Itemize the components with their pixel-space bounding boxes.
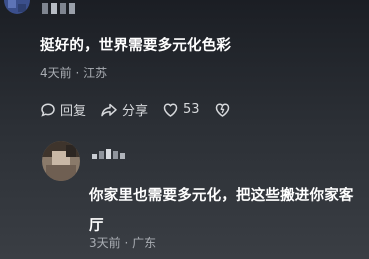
like-count: 53 (183, 102, 200, 117)
dislike-icon (215, 102, 229, 117)
comment-text: 挺好的，世界需要多元化色彩 (40, 38, 232, 54)
share-icon (101, 103, 117, 116)
like-icon (163, 102, 178, 117)
commenter-username-blurred[interactable] (42, 3, 75, 17)
commenter-avatar[interactable] (4, 0, 30, 14)
replier-username-blurred[interactable] (92, 149, 125, 159)
comment-meta: 4天前 · 江苏 (40, 66, 108, 80)
reply-meta: 3天前 · 广东 (89, 236, 157, 250)
replier-avatar[interactable] (42, 141, 80, 181)
reply-button[interactable]: 回复 (40, 100, 86, 119)
share-label: 分享 (122, 104, 149, 119)
dislike-button[interactable] (214, 102, 231, 118)
like-button[interactable]: 53 (162, 102, 200, 118)
reply-icon (41, 102, 55, 117)
reply-text: 你家里也需要多元化，把这些搬进你家客厅 (89, 188, 354, 234)
reply-label: 回复 (60, 104, 87, 119)
share-button[interactable]: 分享 (100, 100, 148, 119)
comment-actions: 回复 分享 53 (40, 100, 245, 119)
